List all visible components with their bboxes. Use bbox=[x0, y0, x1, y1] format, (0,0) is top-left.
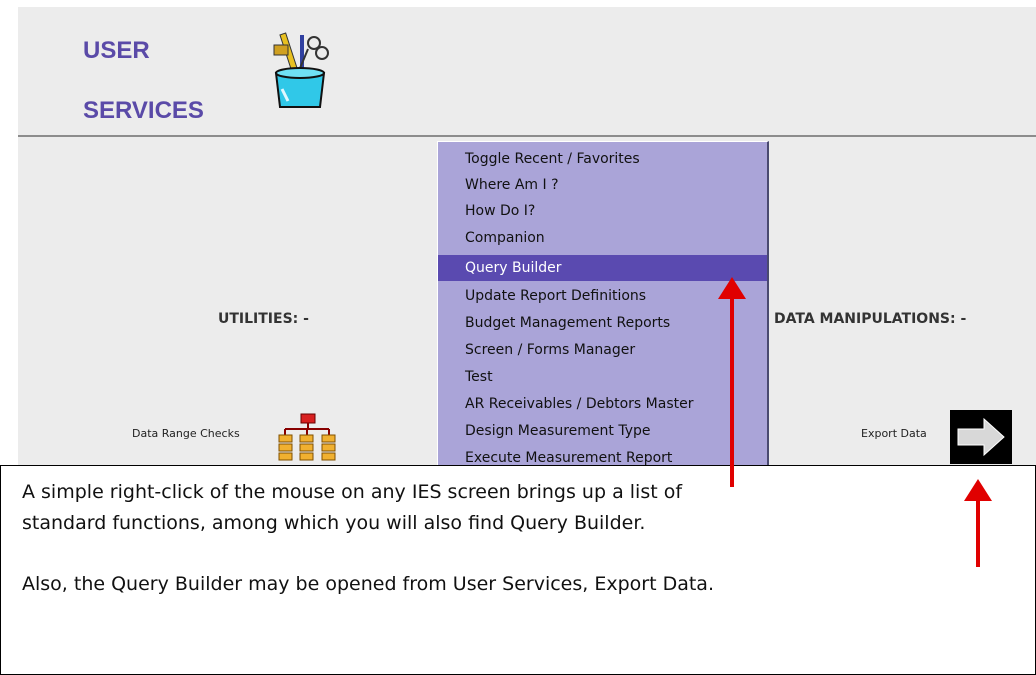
menu-item-ar-receivables-debtors-master[interactable]: AR Receivables / Debtors Master bbox=[438, 391, 767, 417]
page-title-line2: SERVICES bbox=[83, 97, 204, 124]
menu-item-toggle-recent-favorites[interactable]: Toggle Recent / Favorites bbox=[438, 146, 767, 172]
note-line-1: A simple right-click of the mouse on any… bbox=[22, 481, 683, 503]
tools-cup-icon bbox=[268, 29, 332, 113]
right-arrow-icon[interactable] bbox=[950, 410, 1012, 464]
data-manipulations-label: DATA MANIPULATIONS: - bbox=[774, 311, 967, 327]
annotation-box: A simple right-click of the mouse on any… bbox=[0, 465, 1036, 675]
note-line-3: Also, the Query Builder may be opened fr… bbox=[22, 573, 714, 595]
menu-item-budget-management-reports[interactable]: Budget Management Reports bbox=[438, 310, 767, 336]
data-range-checks-label[interactable]: Data Range Checks bbox=[132, 427, 240, 440]
menu-item-screen-forms-manager[interactable]: Screen / Forms Manager bbox=[438, 337, 767, 363]
menu-item-design-measurement-type[interactable]: Design Measurement Type bbox=[438, 418, 767, 444]
export-data-label[interactable]: Export Data bbox=[861, 427, 927, 440]
menu-item-where-am-i[interactable]: Where Am I ? bbox=[438, 172, 767, 198]
utilities-label: UTILITIES: - bbox=[218, 311, 309, 327]
menu-item-companion[interactable]: Companion bbox=[438, 225, 767, 251]
menu-item-how-do-i[interactable]: How Do I? bbox=[438, 198, 767, 224]
header-divider bbox=[18, 135, 1036, 137]
menu-item-test[interactable]: Test bbox=[438, 364, 767, 390]
hierarchy-chart-icon[interactable] bbox=[277, 413, 337, 463]
note-line-2: standard functions, among which you will… bbox=[22, 512, 646, 534]
page-title-line1: USER bbox=[83, 37, 150, 64]
context-menu: Toggle Recent / Favorites Where Am I ? H… bbox=[437, 141, 769, 471]
